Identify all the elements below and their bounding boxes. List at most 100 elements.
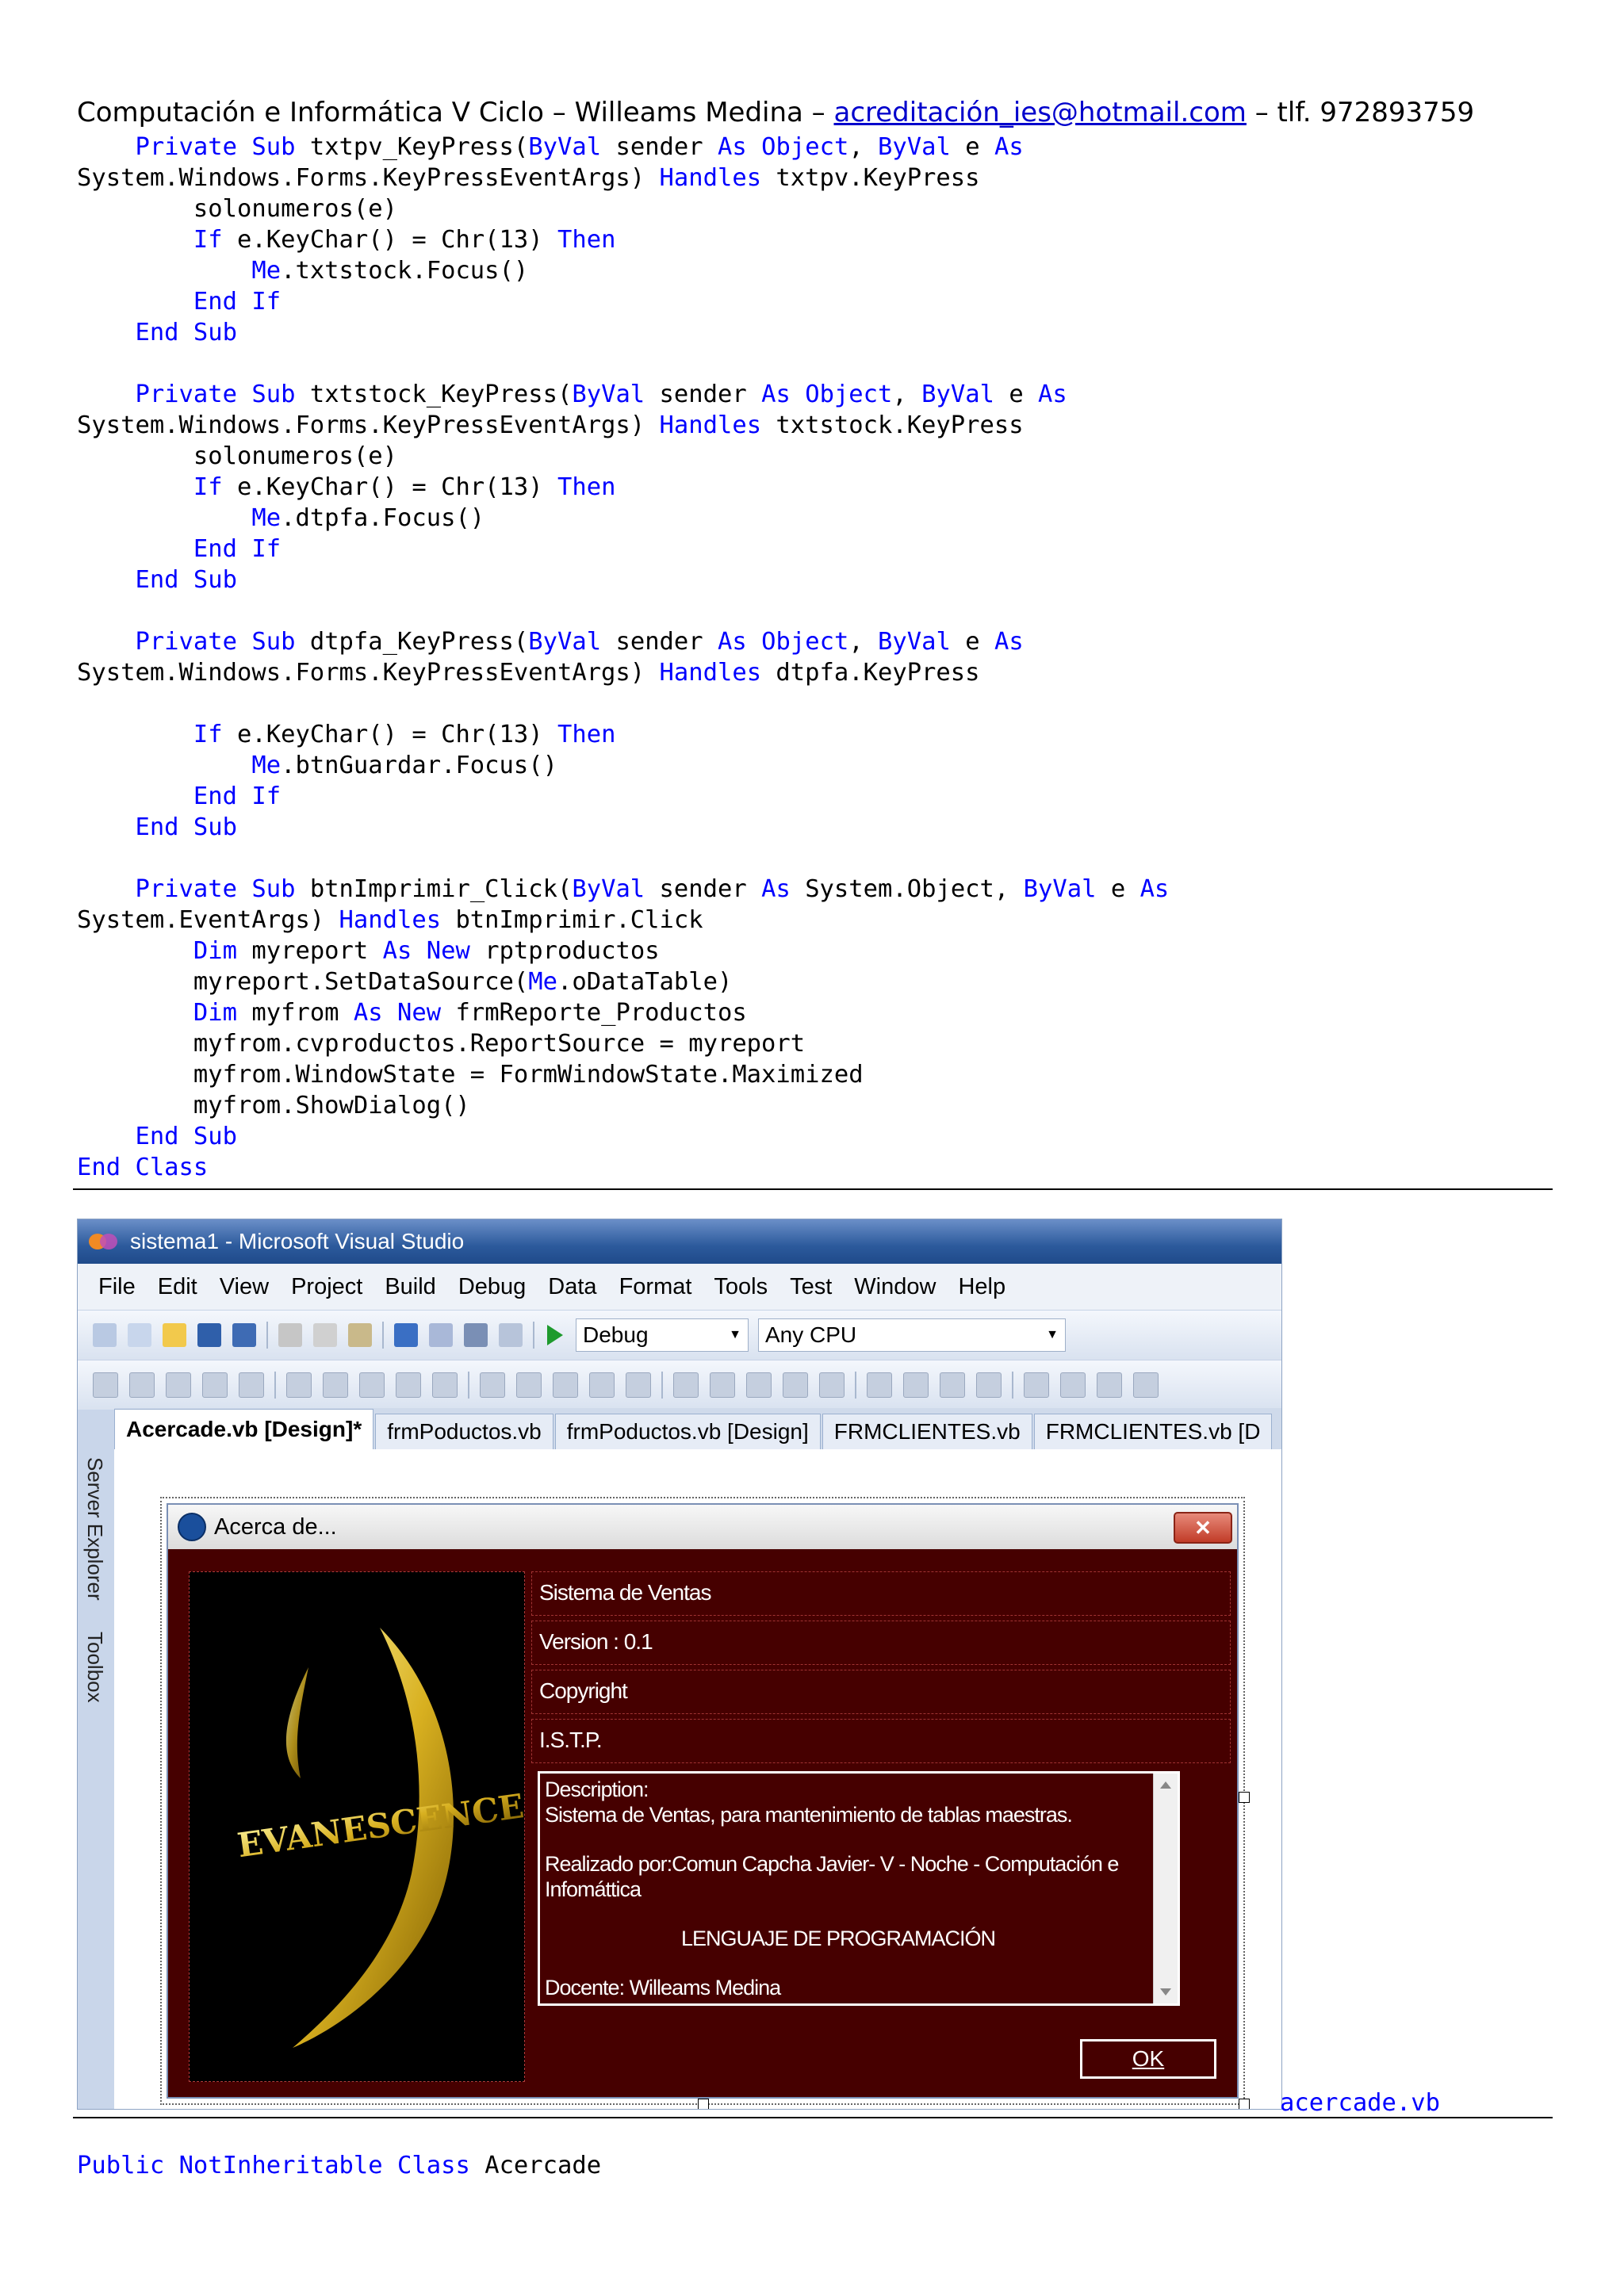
layout-align-icon[interactable] [673,1372,699,1398]
cut-icon[interactable] [278,1323,302,1347]
resize-handle[interactable] [1239,2099,1250,2109]
code-keyword: As [761,875,791,903]
layout-align-icon[interactable] [783,1372,808,1398]
layout-align-icon[interactable] [1024,1372,1049,1398]
layout-align-icon[interactable] [516,1372,542,1398]
layout-align-icon[interactable] [940,1372,965,1398]
document-tab[interactable]: Acercade.vb [Design]* [114,1409,374,1449]
document-tab[interactable]: FRMCLIENTES.vb [822,1414,1032,1449]
menu-item-test[interactable]: Test [790,1274,832,1300]
open-folder-icon[interactable] [163,1323,186,1347]
code-text: txtstock_KeyPress( [295,381,573,408]
find-icon[interactable] [499,1323,523,1347]
code-text: Acercade [469,2152,602,2179]
resize-handle[interactable] [698,2099,709,2109]
layout-align-icon[interactable] [1097,1372,1122,1398]
layout-align-icon[interactable] [710,1372,735,1398]
save-all-icon[interactable] [232,1323,256,1347]
solution-configuration-select[interactable]: Debug ▼ [576,1318,749,1352]
menu-item-format[interactable]: Format [619,1274,692,1300]
menu-item-data[interactable]: Data [548,1274,596,1300]
document-tab[interactable]: frmPoductos.vb [Design] [554,1414,821,1449]
visual-studio-screenshot: sistema1 - Microsoft Visual Studio File E… [77,1219,1282,2110]
layout-align-icon[interactable] [746,1372,772,1398]
code-keyword: As [718,133,747,161]
menu-item-debug[interactable]: Debug [458,1274,526,1300]
menu-item-tools[interactable]: Tools [714,1274,768,1300]
new-project-icon[interactable] [93,1323,117,1347]
undo-icon[interactable] [394,1323,418,1347]
close-button[interactable]: ✕ [1174,1512,1232,1544]
layout-align-icon[interactable] [396,1372,421,1398]
document-tab[interactable]: FRMCLIENTES.vb [D [1033,1414,1273,1449]
layout-align-icon[interactable] [202,1372,228,1398]
menu-item-window[interactable]: Window [854,1274,936,1300]
code-keyword: As [994,133,1024,161]
document-tab[interactable]: frmPoductos.vb [375,1414,553,1449]
layout-align-icon[interactable] [589,1372,615,1398]
server-explorer-tab[interactable]: Server Explorer [82,1457,107,1601]
navigate-icon[interactable] [464,1323,488,1347]
menu-item-help[interactable]: Help [958,1274,1005,1300]
layout-align-icon[interactable] [129,1372,155,1398]
copy-icon[interactable] [313,1323,337,1347]
menu-item-file[interactable]: File [98,1274,136,1300]
layout-align-icon[interactable] [976,1372,1002,1398]
code-text: e [950,133,994,161]
save-icon[interactable] [197,1323,221,1347]
layout-align-icon[interactable] [1060,1372,1086,1398]
solution-platform-select[interactable]: Any CPU ▼ [758,1318,1066,1352]
layout-align-icon[interactable] [553,1372,578,1398]
code-text: System.Object, [790,875,1024,903]
description-heading: Description: [545,1777,649,1801]
layout-align-icon[interactable] [867,1372,892,1398]
code-keyword: Public [77,2152,165,2179]
code-keyword: Me [251,257,282,285]
add-item-icon[interactable] [128,1323,151,1347]
layout-align-icon[interactable] [480,1372,505,1398]
code-keyword: Object [761,628,849,656]
layout-align-icon[interactable] [286,1372,312,1398]
layout-align-icon[interactable] [626,1372,651,1398]
layout-align-icon[interactable] [903,1372,929,1398]
menu-item-build[interactable]: Build [385,1274,436,1300]
toolbox-tab[interactable]: Toolbox [82,1632,107,1703]
menu-item-view[interactable]: View [220,1274,269,1300]
code-text: e [950,628,994,656]
code-keyword: ByVal [878,628,951,656]
layout-align-icon[interactable] [819,1372,845,1398]
menu-item-project[interactable]: Project [291,1274,362,1300]
ok-button[interactable]: OK [1080,2039,1216,2079]
paste-icon[interactable] [348,1323,372,1347]
layout-align-icon[interactable] [239,1372,264,1398]
layout-align-icon[interactable] [93,1372,118,1398]
layout-align-icon[interactable] [166,1372,191,1398]
description-textbox[interactable]: Description: Sistema de Ventas, para man… [538,1771,1180,2006]
code-keyword: As [353,999,383,1027]
about-form-window: Acerca de... ✕ EVANESCENCE Sistema de Ve… [167,1503,1239,2099]
resize-handle[interactable] [1239,1792,1250,1803]
redo-icon[interactable] [429,1323,453,1347]
email-link[interactable]: acreditación_ies@hotmail.com [833,97,1246,128]
scroll-down-icon[interactable] [1160,1988,1171,1996]
scroll-up-icon[interactable] [1160,1781,1171,1789]
code-text: System.Windows.Forms.KeyPressEventArgs) [77,659,660,687]
start-debugging-icon[interactable] [547,1325,563,1345]
layout-align-icon[interactable] [323,1372,348,1398]
code-keyword: ByVal [528,628,602,656]
layout-align-icon[interactable] [432,1372,458,1398]
code-text: .txtstock.Focus() [281,257,529,285]
visual-studio-logo-icon [87,1230,119,1253]
layout-align-icon[interactable] [359,1372,385,1398]
layout-align-icon[interactable] [1133,1372,1159,1398]
menu-item-edit[interactable]: Edit [158,1274,197,1300]
description-scrollbar[interactable] [1153,1774,1178,2003]
